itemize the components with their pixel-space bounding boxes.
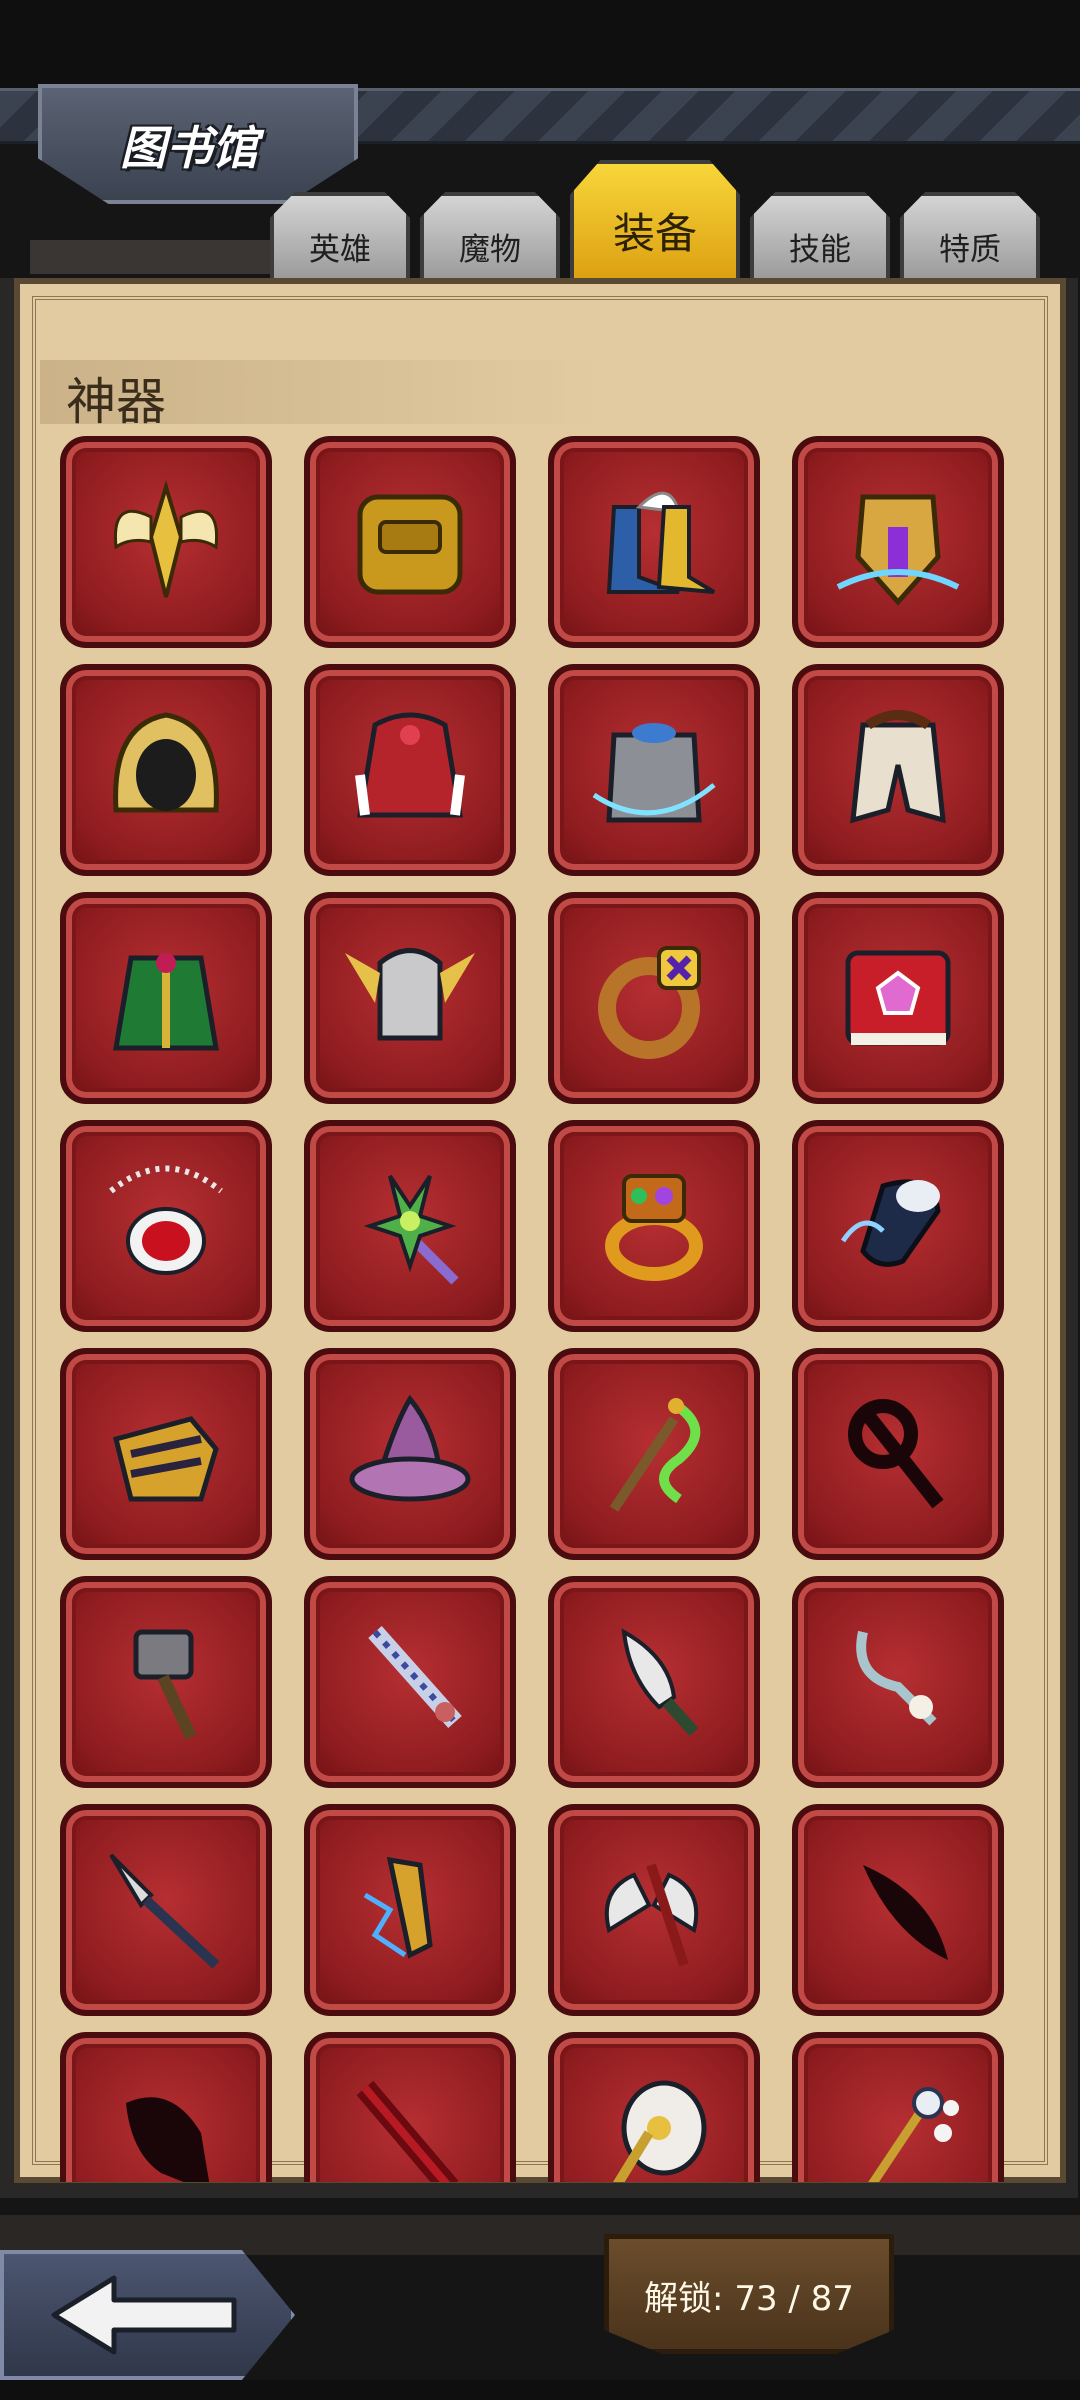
artifact-slot[interactable] bbox=[548, 892, 760, 1104]
crimson-sword-icon bbox=[356, 2080, 459, 2182]
silhouette-staff-icon bbox=[848, 1399, 944, 1509]
backpack-icon bbox=[357, 494, 463, 595]
silhouette-weapon-icon bbox=[126, 2097, 210, 2182]
tab-label: 特质 bbox=[939, 231, 1001, 268]
page-title: 图书馆 bbox=[120, 121, 258, 175]
artifact-slot[interactable] bbox=[548, 436, 760, 648]
amethyst-ring-icon bbox=[598, 946, 701, 1059]
artifact-slot[interactable] bbox=[304, 892, 516, 1104]
artifact-slot[interactable] bbox=[548, 1576, 760, 1788]
back-arrow-icon bbox=[51, 2275, 237, 2355]
artifact-slot[interactable] bbox=[60, 1804, 272, 2016]
artifact-slot[interactable] bbox=[548, 1120, 760, 1332]
artifact-slot[interactable] bbox=[792, 892, 1004, 1104]
artifact-slot[interactable] bbox=[60, 1576, 272, 1788]
tab-label: 英雄 bbox=[309, 231, 371, 268]
artifact-slot[interactable] bbox=[548, 664, 760, 876]
artifact-slot[interactable] bbox=[792, 1120, 1004, 1332]
unlock-label: 解锁: 73 / 87 bbox=[644, 2279, 854, 2319]
spear-icon bbox=[109, 1853, 220, 1969]
artifact-grid-viewport[interactable] bbox=[54, 436, 1024, 2182]
battle-axe-icon bbox=[604, 1863, 699, 1967]
shelf-decoration bbox=[30, 240, 270, 274]
steel-armor-icon bbox=[592, 723, 716, 823]
unlock-counter: 解锁: 73 / 87 bbox=[604, 2234, 894, 2354]
ruby-amulet-icon bbox=[109, 1165, 223, 1275]
artifact-slot[interactable] bbox=[548, 1804, 760, 2016]
jeweled-ring-icon bbox=[605, 1174, 703, 1281]
artifact-slot[interactable] bbox=[792, 1348, 1004, 1560]
war-hammer-icon bbox=[133, 1629, 197, 1740]
artifact-slot[interactable] bbox=[792, 664, 1004, 876]
artifact-slot[interactable] bbox=[792, 2032, 1004, 2182]
artifact-grid bbox=[54, 436, 1024, 2182]
artifact-slot[interactable] bbox=[304, 1804, 516, 2016]
artifact-slot[interactable] bbox=[792, 436, 1004, 648]
crystal-shield-icon bbox=[836, 494, 960, 606]
artifact-slot[interactable] bbox=[60, 1120, 272, 1332]
sapphire-sword-icon bbox=[368, 1626, 462, 1728]
artifact-slot[interactable] bbox=[792, 1576, 1004, 1788]
spell-book-icon bbox=[845, 950, 951, 1046]
green-robe-icon bbox=[113, 953, 219, 1051]
poison-dagger-icon bbox=[621, 1628, 699, 1737]
tab-label: 魔物 bbox=[459, 231, 521, 268]
tab-heroes[interactable]: 英雄 bbox=[270, 192, 410, 284]
collar-cloak-icon bbox=[850, 710, 946, 824]
artifact-slot[interactable] bbox=[304, 1348, 516, 1560]
bottom-bar bbox=[0, 2380, 1080, 2400]
tab-skills[interactable]: 技能 bbox=[750, 192, 890, 284]
tab-monsters[interactable]: 魔物 bbox=[420, 192, 560, 284]
winged-helm-icon bbox=[345, 948, 475, 1041]
serpent-staff-icon bbox=[609, 1398, 701, 1512]
artifact-slot[interactable] bbox=[60, 436, 272, 648]
ghost-gauntlet-icon bbox=[840, 1179, 941, 1267]
artifact-slot[interactable] bbox=[304, 664, 516, 876]
fur-cloak-icon bbox=[355, 712, 465, 818]
artifact-slot[interactable] bbox=[304, 436, 516, 648]
bone-hook-icon bbox=[856, 1630, 937, 1726]
artifact-slot[interactable] bbox=[60, 892, 272, 1104]
winged-axe-icon bbox=[113, 480, 219, 598]
golden-hood-icon bbox=[113, 712, 219, 813]
silhouette-blade-icon bbox=[863, 1865, 948, 1960]
tab-label: 技能 bbox=[789, 231, 851, 268]
artifact-slot[interactable] bbox=[304, 1120, 516, 1332]
bottom-shelf bbox=[0, 2215, 1080, 2255]
artifact-slot[interactable] bbox=[60, 2032, 272, 2182]
gem-scepter-icon bbox=[363, 1174, 459, 1285]
artifact-slot[interactable] bbox=[60, 1348, 272, 1560]
lightning-blade-icon bbox=[363, 1856, 433, 1959]
back-button[interactable] bbox=[0, 2250, 295, 2380]
tab-equipment[interactable]: 装备 bbox=[570, 160, 740, 284]
artifact-slot[interactable] bbox=[60, 664, 272, 876]
wizard-hat-icon bbox=[349, 1394, 471, 1502]
tab-label: 装备 bbox=[612, 208, 697, 258]
tab-traits[interactable]: 特质 bbox=[900, 192, 1040, 284]
artifact-slot[interactable] bbox=[792, 1804, 1004, 2016]
top-bar bbox=[0, 0, 1080, 90]
artifact-slot[interactable] bbox=[304, 2032, 516, 2182]
bell-staff-icon bbox=[868, 2087, 959, 2182]
artifact-slot[interactable] bbox=[548, 2032, 760, 2182]
gold-gauntlet-icon bbox=[112, 1416, 219, 1502]
section-title: 神器 bbox=[66, 373, 166, 431]
winged-boots-icon bbox=[606, 491, 716, 594]
holy-axe-icon bbox=[612, 2080, 707, 2182]
artifact-slot[interactable] bbox=[548, 1348, 760, 1560]
artifact-slot[interactable] bbox=[304, 1576, 516, 1788]
